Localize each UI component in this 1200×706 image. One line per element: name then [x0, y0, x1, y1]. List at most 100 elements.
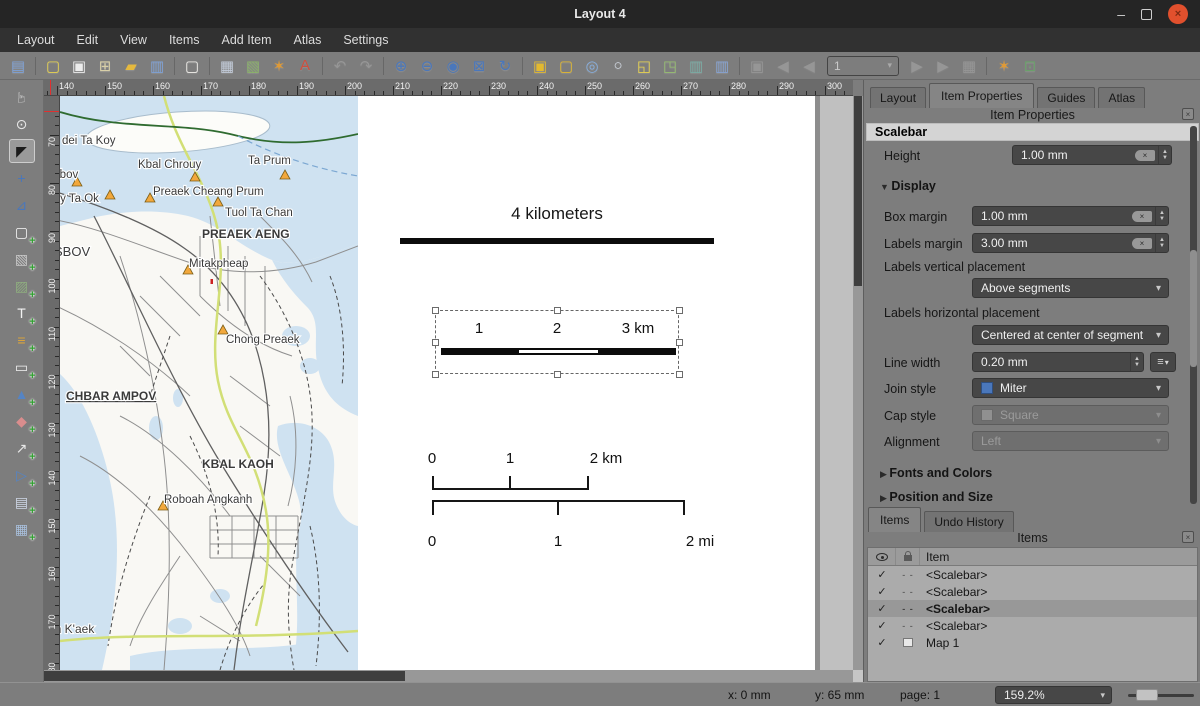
add-legend-icon[interactable]: ≡ — [9, 328, 35, 352]
canvas-horizontal-scrollbar[interactable] — [44, 670, 853, 682]
zoom-in-icon[interactable]: ⊕ — [388, 55, 414, 77]
selection-handle[interactable] — [554, 307, 561, 314]
menu-items[interactable]: Items — [158, 30, 211, 50]
map-item[interactable]: dei Ta KoySbovvay Ta OkKbal ChrouyTa Pru… — [60, 96, 358, 670]
selection-handle[interactable] — [554, 371, 561, 378]
open-folder-icon[interactable]: ▰ — [118, 55, 144, 77]
selection-handle[interactable] — [676, 371, 683, 378]
deselect-all-icon[interactable]: ○ — [605, 55, 631, 77]
add-shape-icon[interactable]: ◆ — [9, 409, 35, 433]
tab-atlas[interactable]: Atlas — [1098, 87, 1145, 108]
visibility-checkbox[interactable]: ✓ — [868, 619, 896, 632]
visibility-checkbox[interactable]: ✓ — [868, 568, 896, 581]
items-close-icon[interactable]: × — [1182, 531, 1194, 543]
export-image-icon[interactable]: ▧ — [240, 55, 266, 77]
lock-column-header[interactable] — [896, 548, 920, 565]
data-defined-override-icon[interactable]: ≡ — [1150, 352, 1176, 372]
scrollbar-thumb[interactable] — [44, 671, 405, 681]
clear-icon[interactable]: × — [1132, 211, 1152, 222]
tab-item-properties[interactable]: Item Properties — [929, 83, 1034, 108]
minimize-icon[interactable]: – — [1117, 7, 1125, 21]
edit-nodes-tool-icon[interactable]: ⊿ — [9, 193, 35, 217]
page-1-paper[interactable]: dei Ta KoySbovvay Ta OkKbal ChrouyTa Pru… — [60, 96, 815, 670]
tab-undo-history[interactable]: Undo History — [924, 511, 1013, 532]
add-label-icon[interactable]: T — [9, 301, 35, 325]
add-3d-map-icon[interactable]: ▧ — [9, 247, 35, 271]
layout-manager-icon[interactable]: ⊞ — [92, 55, 118, 77]
lower-items-icon[interactable]: ◳ — [657, 55, 683, 77]
close-icon[interactable]: × — [1168, 4, 1188, 24]
scalebar-selected-item[interactable]: 1 2 3 km — [435, 310, 679, 374]
table-row[interactable]: ✓ Map 1 — [868, 634, 1197, 651]
atlas-page-combo[interactable]: 1 — [827, 56, 899, 76]
labels-margin-input[interactable]: 3.00 mm × — [972, 233, 1169, 253]
labels-vertical-placement-dropdown[interactable]: Above segments — [972, 278, 1169, 298]
scrollbar-thumb[interactable] — [854, 96, 862, 286]
maximize-icon[interactable] — [1141, 9, 1152, 20]
menu-layout[interactable]: Layout — [6, 30, 66, 50]
visibility-column-header[interactable] — [868, 548, 896, 565]
new-report-icon[interactable]: ▢ — [179, 55, 205, 77]
spinner-icon[interactable] — [1155, 234, 1168, 252]
scalebar-numeric-title[interactable]: 4 kilometers — [400, 204, 714, 224]
refresh-view-icon[interactable]: ↻ — [492, 55, 518, 77]
add-node-item-icon[interactable]: ▷ — [9, 463, 35, 487]
spinner-icon[interactable] — [1158, 146, 1171, 164]
unlock-items-icon[interactable]: ▢ — [553, 55, 579, 77]
add-page-icon[interactable]: ▢ — [9, 220, 35, 244]
spinner-icon[interactable] — [1155, 207, 1168, 225]
duplicate-layout-icon[interactable]: ▣ — [66, 55, 92, 77]
panel-scrollbar[interactable] — [1190, 126, 1197, 504]
tab-guides[interactable]: Guides — [1037, 87, 1095, 108]
selection-handle[interactable] — [432, 339, 439, 346]
save-project-icon[interactable]: ▤ — [5, 55, 31, 77]
visibility-checkbox[interactable]: ✓ — [868, 585, 896, 598]
export-atlas-icon[interactable]: ✶ — [991, 55, 1017, 77]
export-svg-icon[interactable]: ✶ — [266, 55, 292, 77]
export-pdf-icon[interactable]: A — [292, 55, 318, 77]
tab-items[interactable]: Items — [868, 507, 921, 532]
table-row[interactable]: ✓ - - <Scalebar> — [868, 617, 1197, 634]
menu-atlas[interactable]: Atlas — [283, 30, 333, 50]
distribute-items-icon[interactable]: ▥ — [709, 55, 735, 77]
zoom-slider-thumb[interactable] — [1136, 689, 1158, 701]
save-as-template-icon[interactable]: ▥ — [144, 55, 170, 77]
select-move-tool-icon[interactable]: ◤ — [9, 139, 35, 163]
labels-horizontal-placement-dropdown[interactable]: Centered at center of segment — [972, 325, 1169, 345]
raise-items-icon[interactable]: ◱ — [631, 55, 657, 77]
spinner-icon[interactable] — [1130, 353, 1143, 371]
box-margin-input[interactable]: 1.00 mm × — [972, 206, 1169, 226]
print-layout-icon[interactable]: ▦ — [214, 55, 240, 77]
menu-settings[interactable]: Settings — [332, 30, 399, 50]
fonts-colors-section-header[interactable]: Fonts and Colors — [880, 466, 992, 480]
add-picture-icon[interactable]: ▨ — [9, 274, 35, 298]
zoom-actual-icon[interactable]: ◉ — [440, 55, 466, 77]
clear-icon[interactable]: × — [1135, 150, 1155, 161]
position-size-section-header[interactable]: Position and Size — [880, 490, 993, 504]
add-html-icon[interactable]: ▤ — [9, 490, 35, 514]
tab-layout[interactable]: Layout — [870, 87, 926, 108]
move-content-tool-icon[interactable]: + — [9, 166, 35, 190]
selection-handle[interactable] — [432, 307, 439, 314]
zoom-level-combo[interactable]: 159.2% — [995, 686, 1112, 704]
menu-edit[interactable]: Edit — [66, 30, 110, 50]
join-style-dropdown[interactable]: Miter — [972, 378, 1169, 398]
align-items-icon[interactable]: ▥ — [683, 55, 709, 77]
add-scalebar-icon[interactable]: ▭ — [9, 355, 35, 379]
menu-view[interactable]: View — [109, 30, 158, 50]
table-row[interactable]: ✓ - - <Scalebar> — [868, 583, 1197, 600]
selection-handle[interactable] — [676, 339, 683, 346]
zoom-out-icon[interactable]: ⊖ — [414, 55, 440, 77]
table-row[interactable]: ✓ - - <Scalebar> — [868, 566, 1197, 583]
display-section-header[interactable]: Display — [880, 179, 936, 193]
line-width-input[interactable]: 0.20 mm — [972, 352, 1144, 372]
atlas-settings-icon[interactable]: ⊡ — [1017, 55, 1043, 77]
menu-add-item[interactable]: Add Item — [211, 30, 283, 50]
scrollbar-thumb[interactable] — [1190, 250, 1197, 367]
table-row-selected[interactable]: ✓ - - <Scalebar> — [868, 600, 1197, 617]
scalebar-single-line[interactable] — [400, 238, 714, 244]
clear-icon[interactable]: × — [1132, 238, 1152, 249]
panel-close-icon[interactable]: × — [1182, 108, 1194, 120]
add-arrow-icon[interactable]: ↗ — [9, 436, 35, 460]
selection-handle[interactable] — [676, 307, 683, 314]
